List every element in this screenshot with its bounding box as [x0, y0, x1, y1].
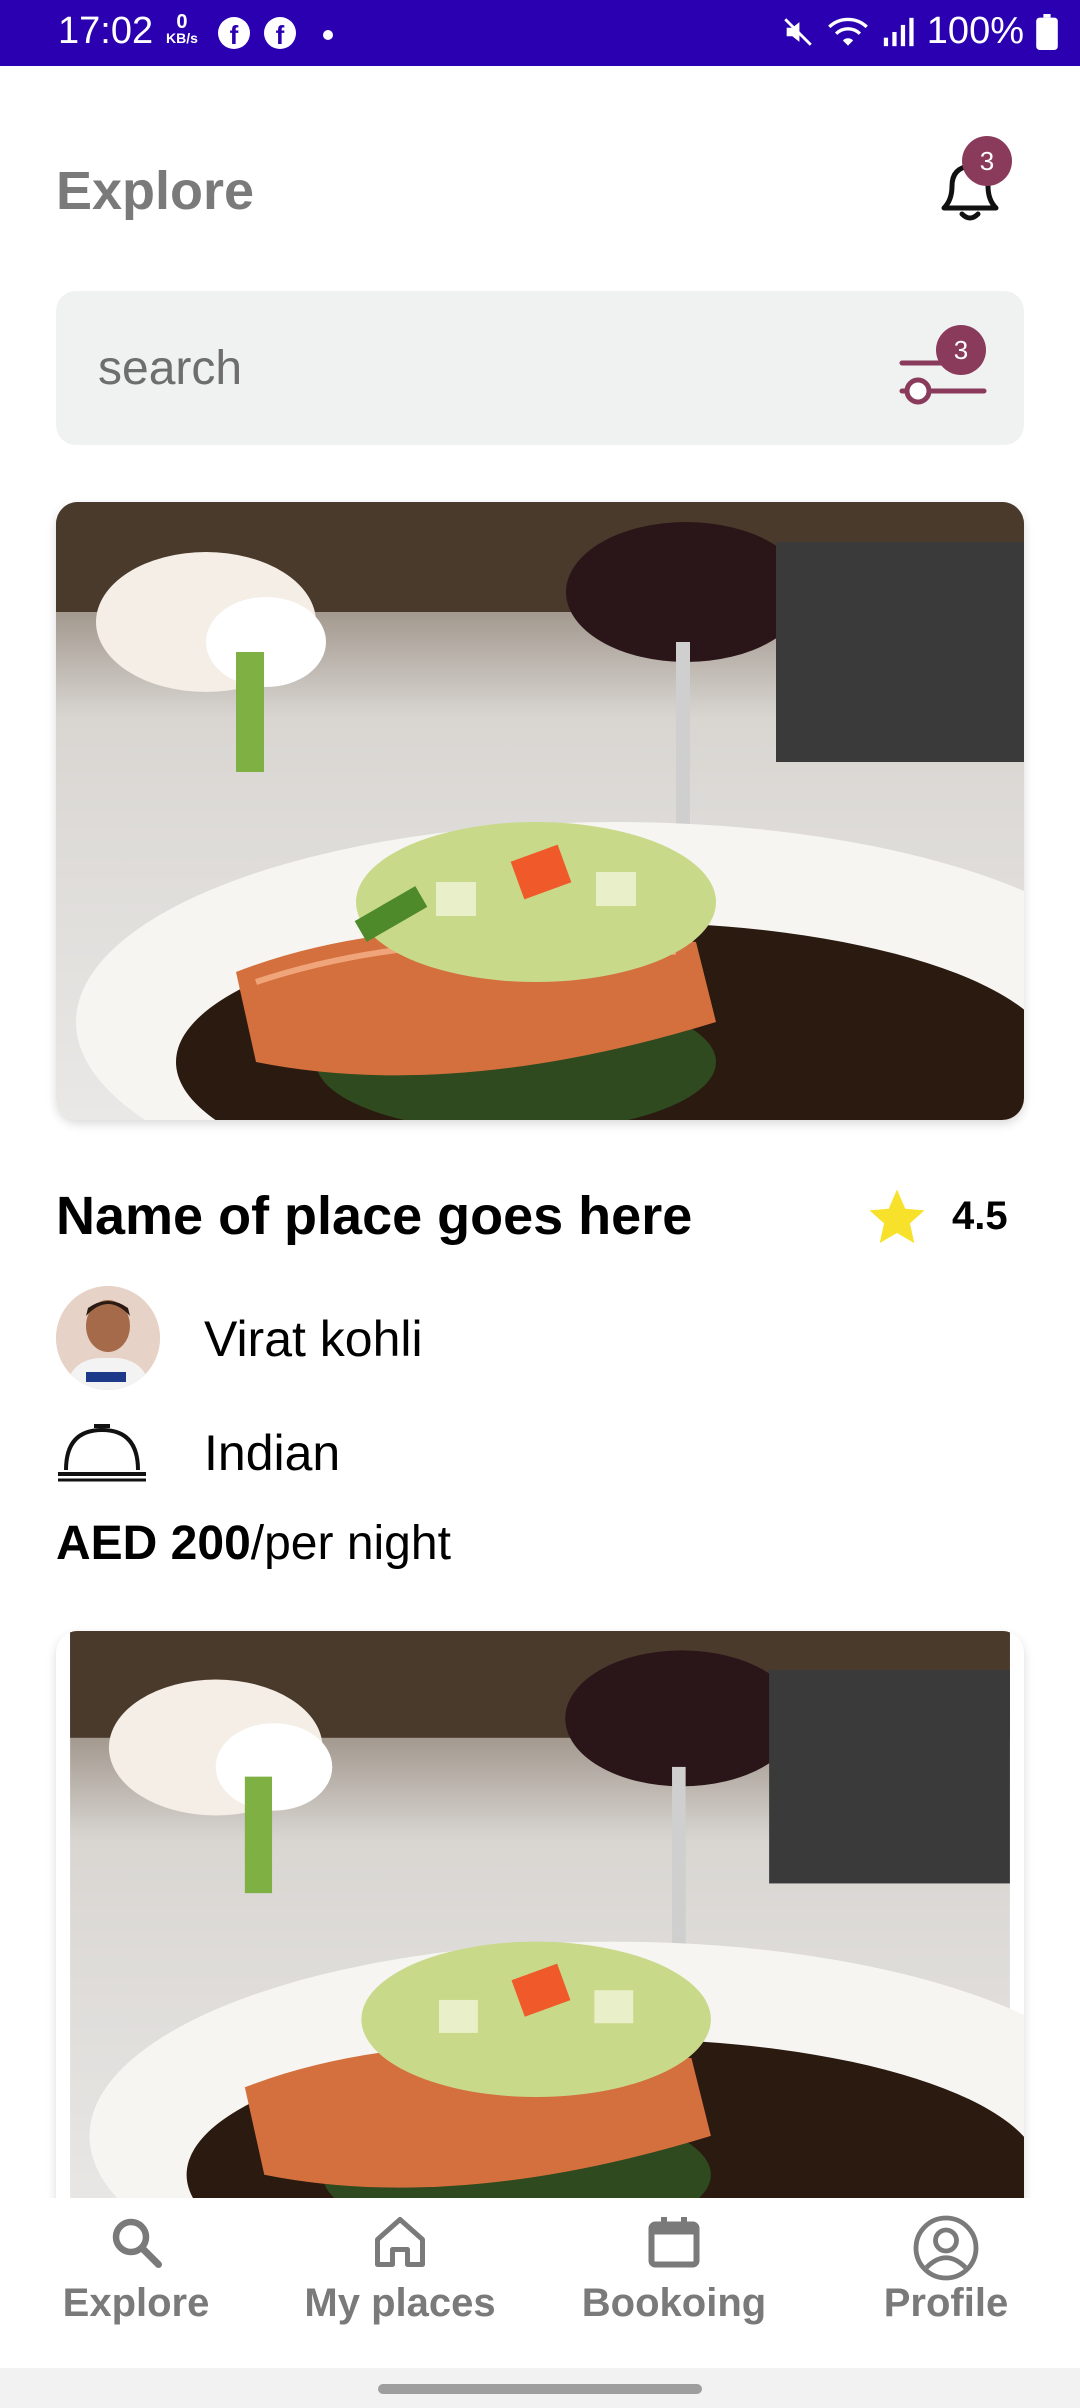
system-home-bar	[0, 2368, 1080, 2408]
price: AED 200/per night	[56, 1516, 451, 1571]
nav-profile[interactable]: Profile	[866, 2212, 1026, 2326]
price-amount: AED 200	[56, 1517, 251, 1570]
nav-my-places-label: My places	[304, 2281, 496, 2325]
bottom-nav: Explore My places Bookoing Profile	[0, 2198, 1080, 2368]
status-bar: 17:02 0 KB/s f f 100%	[0, 0, 1080, 66]
signal-icon	[883, 17, 914, 46]
nav-explore[interactable]: Explore	[54, 2212, 218, 2326]
cloche-icon	[58, 1424, 146, 1482]
host-name: Virat kohli	[204, 1311, 423, 1367]
nav-my-places[interactable]: My places	[290, 2212, 510, 2326]
nav-booking-label: Bookoing	[581, 2281, 767, 2325]
calendar-icon	[648, 2217, 700, 2268]
notification-badge: 3	[962, 136, 1012, 186]
food-photo	[70, 1631, 1024, 2231]
nav-booking[interactable]: Bookoing	[576, 2212, 772, 2326]
listing-image[interactable]	[56, 1631, 1024, 2231]
profile-icon	[913, 2215, 979, 2281]
home-icon	[375, 2217, 425, 2267]
home-indicator[interactable]	[378, 2384, 702, 2394]
wifi-icon	[827, 17, 868, 46]
mute-icon	[784, 17, 812, 46]
rating-value: 4.5	[952, 1194, 1008, 1238]
search-icon	[112, 2218, 162, 2268]
price-unit: /per night	[250, 1517, 451, 1570]
net-speed-unit: KB/s	[166, 30, 198, 46]
food-photo	[56, 502, 1024, 1120]
filter-badge: 3	[936, 325, 986, 375]
nav-explore-label: Explore	[62, 2281, 210, 2325]
notification-dot-icon	[323, 30, 333, 40]
search-bar[interactable]: search 3	[56, 291, 1024, 445]
battery-icon	[1036, 13, 1058, 50]
notifications-button[interactable]: 3	[930, 136, 1012, 230]
facebook-icon: f	[264, 17, 296, 50]
listing-image[interactable]	[56, 502, 1024, 1120]
facebook-icon: f	[218, 17, 250, 50]
avatar[interactable]	[56, 1286, 160, 1390]
filter-button[interactable]: 3	[892, 325, 1002, 413]
cuisine-label: Indian	[204, 1425, 341, 1481]
status-right: 100%	[781, 10, 1058, 53]
search-input[interactable]: search	[98, 341, 242, 396]
page-title: Explore	[56, 161, 255, 221]
battery-percent: 100%	[926, 10, 1024, 52]
nav-profile-label: Profile	[883, 2281, 1009, 2325]
net-speed: 0 KB/s	[166, 11, 198, 46]
host-avatar-image	[56, 1286, 160, 1390]
place-name[interactable]: Name of place goes here	[56, 1185, 692, 1247]
status-time: 17:02	[58, 10, 154, 52]
net-speed-value: 0	[176, 11, 188, 33]
star-icon	[869, 1189, 925, 1244]
